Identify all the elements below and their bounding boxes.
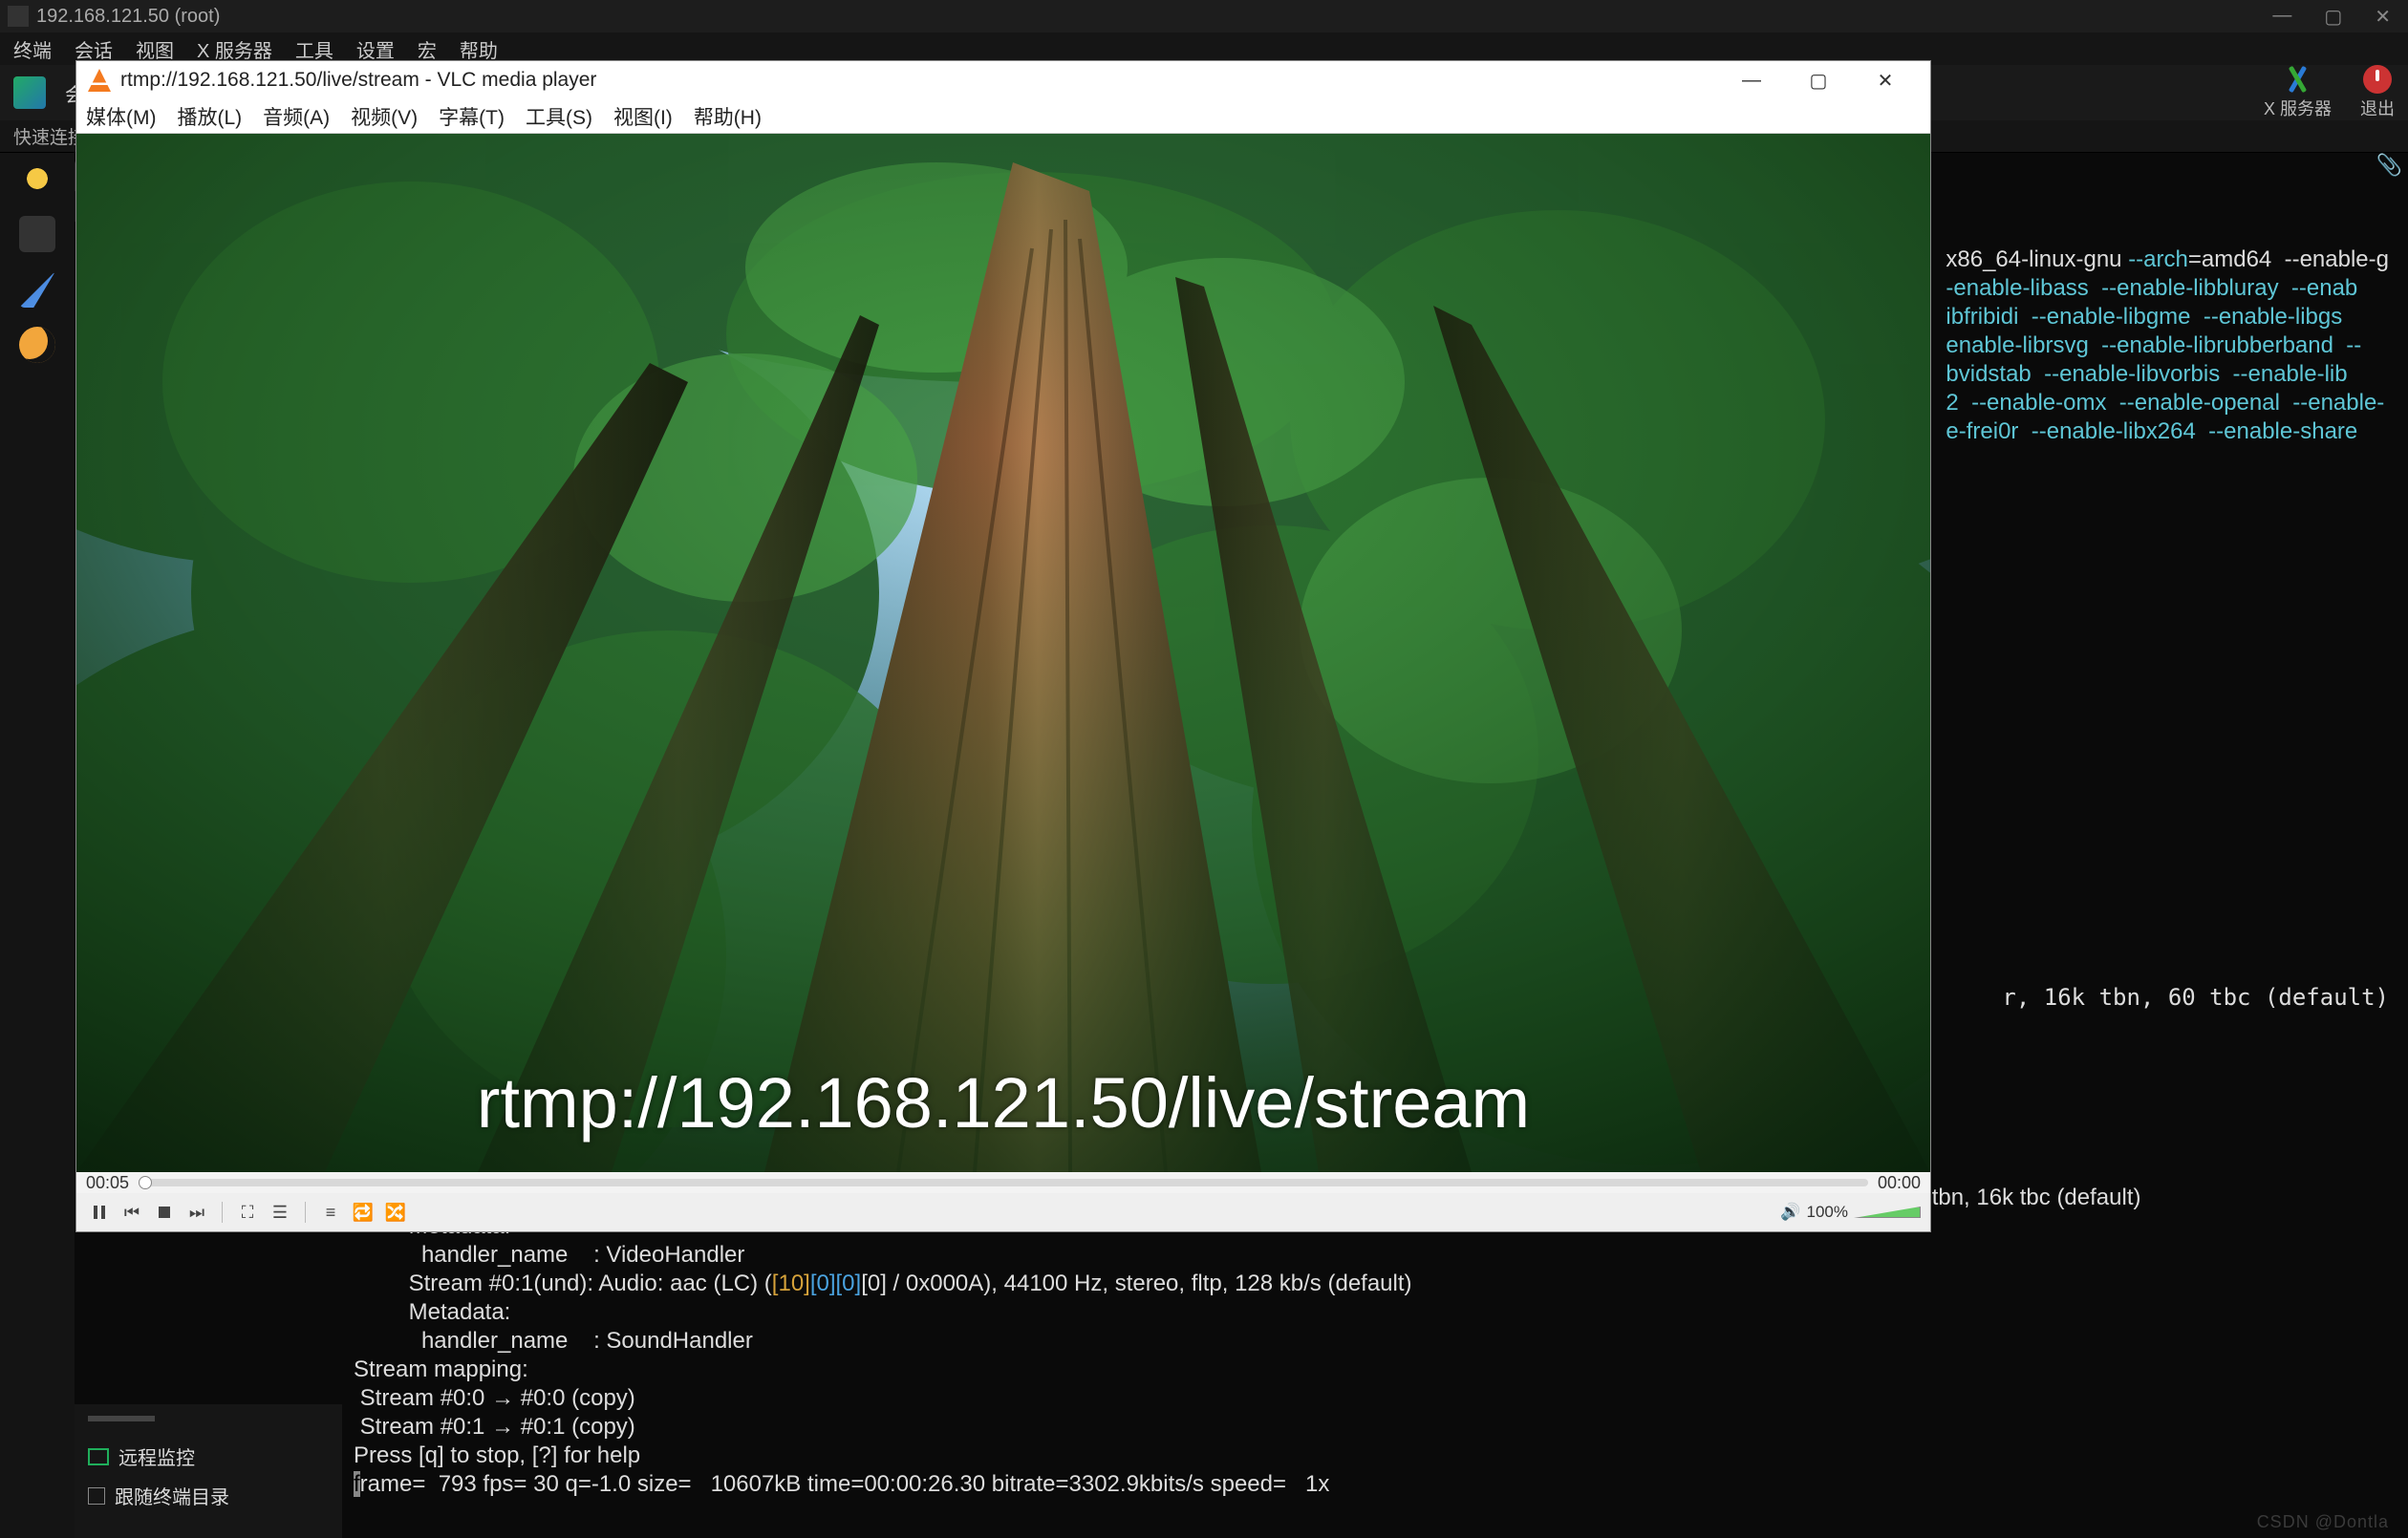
exit-label: 退出 <box>2360 96 2395 120</box>
stop-icon <box>159 1207 170 1218</box>
theme-icon[interactable] <box>19 327 55 363</box>
vlc-menu-tools[interactable]: 工具(S) <box>526 102 592 131</box>
separator <box>305 1202 306 1223</box>
ext-settings-button[interactable]: ☰ <box>267 1200 293 1225</box>
vlc-titlebar[interactable]: rtmp://192.168.121.50/live/stream - VLC … <box>76 61 1930 99</box>
vlc-menu-playback[interactable]: 播放(L) <box>177 102 242 131</box>
seek-knob[interactable] <box>139 1176 152 1189</box>
menu-macro[interactable]: 宏 <box>418 35 437 63</box>
follow-dir-label: 跟随终端目录 <box>115 1482 229 1509</box>
vlc-menubar: 媒体(M) 播放(L) 音频(A) 视频(V) 字幕(T) 工具(S) 视图(I… <box>76 99 1930 134</box>
minimize-button[interactable]: — <box>2272 5 2291 29</box>
time-elapsed: 00:05 <box>86 1173 129 1193</box>
checkbox-icon[interactable] <box>88 1487 105 1505</box>
favorites-icon[interactable] <box>19 160 55 197</box>
vlc-window: rtmp://192.168.121.50/live/stream - VLC … <box>76 61 1930 1231</box>
vlc-menu-audio[interactable]: 音频(A) <box>263 102 330 131</box>
follow-dir-row[interactable]: 跟随终端目录 <box>88 1482 329 1509</box>
vlc-menu-help[interactable]: 帮助(H) <box>694 102 762 131</box>
history-icon[interactable] <box>19 216 55 252</box>
quicklaunch-label[interactable]: 快速连接 <box>13 123 86 149</box>
vlc-cone-icon <box>88 69 111 92</box>
maximize-button[interactable]: ▢ <box>2324 5 2342 29</box>
prev-button[interactable]: ⏮ <box>118 1200 145 1225</box>
remote-monitor-row[interactable]: 远程监控 <box>88 1442 329 1470</box>
monitor-icon <box>88 1448 109 1465</box>
app-icon <box>8 6 29 27</box>
vlc-controls: ⏮ ⏭ ⛶ ☰ ≡ 🔁 🔀 🔊 100% <box>76 1193 1930 1231</box>
watermark: CSDN @Dontla <box>2257 1512 2389 1532</box>
xserver-icon <box>2283 65 2311 94</box>
sftp-panel: 远程监控 跟随终端目录 <box>75 1404 342 1538</box>
vlc-minimize-button[interactable]: — <box>1718 61 1785 99</box>
remote-monitor-label: 远程监控 <box>118 1442 195 1470</box>
menu-view[interactable]: 视图 <box>136 35 174 63</box>
left-dock <box>0 153 75 1538</box>
vlc-close-button[interactable]: ✕ <box>1852 61 1919 99</box>
toolbar-session-icon[interactable] <box>13 76 46 109</box>
time-total: 00:00 <box>1878 1173 1921 1193</box>
menu-tools[interactable]: 工具 <box>295 35 333 63</box>
vlc-seekbar: 00:05 00:00 <box>76 1172 1930 1193</box>
separator <box>222 1202 223 1223</box>
seek-track[interactable] <box>139 1179 1868 1186</box>
window-controls: — ▢ ✕ <box>2272 5 2400 29</box>
menu-session[interactable]: 会话 <box>75 35 113 63</box>
pause-icon <box>94 1206 105 1219</box>
vlc-menu-media[interactable]: 媒体(M) <box>86 102 156 131</box>
volume-slider[interactable] <box>1854 1207 1921 1218</box>
app-title: 192.168.121.50 (root) <box>36 6 220 28</box>
vlc-menu-video[interactable]: 视频(V) <box>351 102 418 131</box>
send-icon[interactable] <box>19 271 55 308</box>
shuffle-button[interactable]: 🔀 <box>382 1200 409 1225</box>
xserver-button[interactable]: X 服务器 <box>2264 65 2332 120</box>
vlc-menu-subtitle[interactable]: 字幕(T) <box>439 102 505 131</box>
app-titlebar: 192.168.121.50 (root) — ▢ ✕ <box>0 0 2408 32</box>
volume-area: 🔊 100% <box>1780 1203 1921 1222</box>
menu-terminal[interactable]: 终端 <box>13 35 52 63</box>
stop-button[interactable] <box>151 1200 178 1225</box>
vlc-title-text: rtmp://192.168.121.50/live/stream - VLC … <box>120 69 596 92</box>
volume-percent: 100% <box>1807 1203 1848 1222</box>
playlist-button[interactable]: ≡ <box>317 1200 344 1225</box>
exit-button[interactable]: 退出 <box>2360 65 2395 120</box>
panel-grip[interactable] <box>88 1416 155 1421</box>
xserver-label: X 服务器 <box>2264 96 2332 120</box>
power-icon <box>2363 65 2392 94</box>
video-overlay-url: rtmp://192.168.121.50/live/stream <box>76 1062 1930 1143</box>
play-pause-button[interactable] <box>86 1200 113 1225</box>
speaker-icon[interactable]: 🔊 <box>1780 1203 1800 1222</box>
next-button[interactable]: ⏭ <box>183 1200 210 1225</box>
loop-button[interactable]: 🔁 <box>350 1200 376 1225</box>
video-frame-svg <box>76 134 1930 1172</box>
menu-xserver[interactable]: X 服务器 <box>197 35 272 63</box>
vlc-window-controls: — ▢ ✕ <box>1718 61 1919 99</box>
terminal-output-top: x86_64-linux-gnu --arch=amd64 --enable-g… <box>1946 220 2389 447</box>
vlc-maximize-button[interactable]: ▢ <box>1785 61 1852 99</box>
menu-help[interactable]: 帮助 <box>460 35 498 63</box>
vlc-menu-view[interactable]: 视图(I) <box>613 102 673 131</box>
close-button[interactable]: ✕ <box>2375 5 2391 29</box>
menu-settings[interactable]: 设置 <box>356 35 395 63</box>
app-menubar: 终端 会话 视图 X 服务器 工具 设置 宏 帮助 <box>0 32 2408 65</box>
fullscreen-button[interactable]: ⛶ <box>234 1200 261 1225</box>
terminal-output-mid: r, 16k tbn, 60 tbc (default) <box>2002 984 2389 1011</box>
vlc-video-area[interactable]: rtmp://192.168.121.50/live/stream <box>76 134 1930 1172</box>
